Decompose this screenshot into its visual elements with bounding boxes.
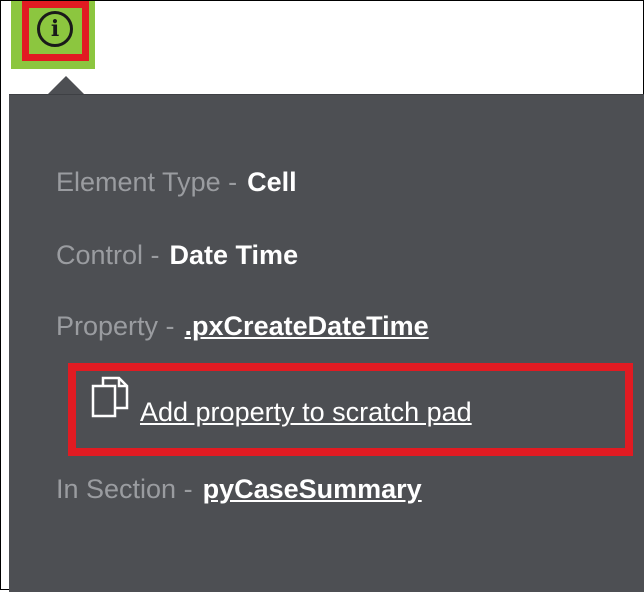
property-link[interactable]: .pxCreateDateTime <box>185 311 429 341</box>
info-icon[interactable]: i <box>37 11 73 47</box>
copy-icon[interactable] <box>91 376 131 420</box>
property-label: Property - <box>56 311 175 341</box>
section-row: In Section - pyCaseSummary <box>56 474 422 505</box>
property-row: Property - .pxCreateDateTime <box>56 311 429 342</box>
element-type-label: Element Type - <box>56 167 238 197</box>
screenshot-frame: i Element Type - Cell Control - Date Time … <box>0 0 644 592</box>
section-link[interactable]: pyCaseSummary <box>203 474 422 504</box>
control-value: Date Time <box>169 240 299 270</box>
section-label: In Section - <box>56 474 193 504</box>
element-type-value: Cell <box>247 167 297 197</box>
add-to-scratch-pad-link[interactable]: Add property to scratch pad <box>140 397 472 428</box>
control-row: Control - Date Time <box>56 240 298 271</box>
element-type-row: Element Type - Cell <box>56 167 297 198</box>
control-label: Control - <box>56 240 160 270</box>
popover-arrow <box>47 76 85 95</box>
